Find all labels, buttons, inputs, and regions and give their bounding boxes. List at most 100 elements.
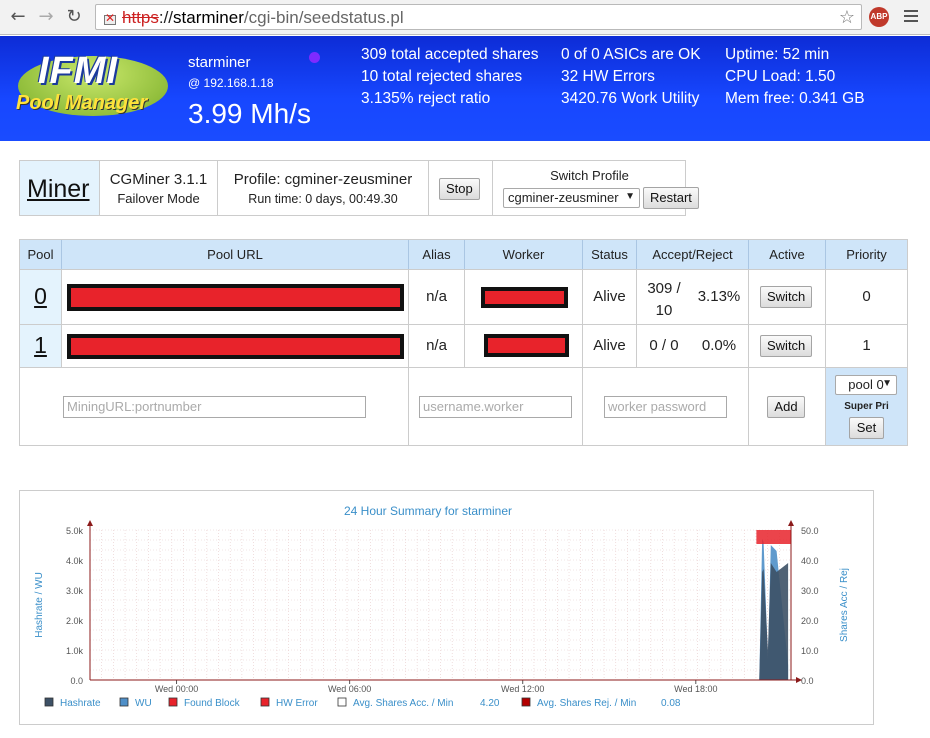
chart-title: 24 Hour Summary for starminer xyxy=(344,504,512,518)
pool-id-cell: 0 xyxy=(20,270,62,324)
ifmi-logo: IFMI Pool Manager xyxy=(14,46,170,126)
y2-axis-arrow-icon xyxy=(788,520,794,526)
add-pool-button[interactable]: Add xyxy=(767,396,805,418)
pool-id-cell: 1 xyxy=(20,325,62,367)
y2-tick-label: 10.0 xyxy=(801,646,819,656)
pool-link[interactable]: 1 xyxy=(20,332,61,359)
legend-value: 4.20 xyxy=(480,698,500,709)
add-password-cell: worker password xyxy=(583,368,749,445)
priority-cell: 1 xyxy=(862,337,871,354)
forward-arrow-icon[interactable]: → xyxy=(36,7,56,27)
series-hw-error-band xyxy=(756,530,791,544)
reload-icon[interactable]: ↻ xyxy=(64,7,84,27)
add-button-cell: Add xyxy=(749,368,826,445)
accept-reject-cell: 309 / 10 3.13% xyxy=(637,270,749,324)
header-accept-reject: Accept/Reject xyxy=(637,240,749,269)
y-tick-label: 0.0 xyxy=(70,676,83,686)
active-cell: Switch xyxy=(749,270,826,324)
reject-pct: 0.0% xyxy=(701,337,737,354)
browser-menu-icon[interactable] xyxy=(904,10,918,24)
add-worker-cell: username.worker xyxy=(409,368,583,445)
miner-version: CGMiner 3.1.1 xyxy=(109,171,208,188)
miner-stop-cell: Stop xyxy=(429,161,493,215)
legend-swatch xyxy=(521,697,531,707)
table-row: 1 n/a Alive 0 / 0 0.0% Switch 1 xyxy=(20,324,907,367)
hashrate-value: 3.99 Mh/s xyxy=(188,98,311,129)
status-header: IFMI Pool Manager starminer @ 192.168.1.… xyxy=(0,36,930,141)
profile-select[interactable]: cgminer-zeusminer ▼ xyxy=(503,188,640,208)
legend-label: WU xyxy=(135,698,152,709)
hostname: starminer xyxy=(188,54,251,71)
legend-label: HW Error xyxy=(276,698,318,709)
pool-url-input[interactable]: MiningURL:portnumber xyxy=(63,396,366,418)
stop-button[interactable]: Stop xyxy=(439,178,480,200)
legend-label: Avg. Shares Acc. / Min xyxy=(353,698,453,709)
redacted-url xyxy=(67,284,404,311)
mem-free: Mem free: 0.341 GB xyxy=(725,90,865,107)
accept-count: 0 / 0 xyxy=(649,337,679,354)
restart-button[interactable]: Restart xyxy=(643,187,699,209)
legend-label: Hashrate xyxy=(60,698,101,709)
miner-link[interactable]: Miner xyxy=(27,175,90,204)
legend-label: Found Block xyxy=(184,698,241,709)
reject-pct: 3.13% xyxy=(697,288,741,305)
address-bar[interactable]: https://starminer/cgi-bin/seedstatus.pl … xyxy=(95,4,862,30)
add-url-cell: MiningURL:portnumber xyxy=(20,368,409,445)
pool-url-cell xyxy=(62,270,409,324)
table-row: 0 n/a Alive 309 / 10 3.13% Switch 0 xyxy=(20,269,907,324)
logo-title: IFMI xyxy=(38,50,118,92)
y-tick-label: 3.0k xyxy=(66,586,84,596)
miner-profile: Profile: cgminer-zeusminer xyxy=(233,171,413,188)
summary-chart: 24 Hour Summary for starminer 0.0 1.0k 2.0k… xyxy=(19,490,874,725)
pool-link[interactable]: 0 xyxy=(20,283,61,310)
x-tick-label: Wed 06:00 xyxy=(328,684,371,694)
hw-errors: 32 HW Errors xyxy=(561,68,655,85)
browser-toolbar: ← → ↻ https://starminer/cgi-bin/seedstat… xyxy=(0,0,930,35)
url-text[interactable]: https://starminer/cgi-bin/seedstatus.pl xyxy=(122,8,404,28)
asic-status: 0 of 0 ASICs are OK xyxy=(561,46,701,63)
switch-profile-cell: Switch Profile cgminer-zeusminer ▼ Restar… xyxy=(493,161,699,215)
switch-profile-label: Switch Profile xyxy=(550,168,629,183)
miner-mode: Failover Mode xyxy=(117,191,200,206)
legend-swatch xyxy=(168,697,178,707)
adblock-plus-icon[interactable]: ABP xyxy=(869,7,889,27)
redacted-worker xyxy=(484,334,569,357)
cpu-load: CPU Load: 1.50 xyxy=(725,68,836,85)
y2-tick-label: 50.0 xyxy=(801,526,819,536)
legend-swatch xyxy=(119,697,129,707)
y-tick-label: 4.0k xyxy=(66,556,84,566)
worker-cell xyxy=(465,325,583,367)
host-ip: @ 192.168.1.18 xyxy=(188,76,274,90)
pool-priority-select[interactable]: pool 0 ▼ xyxy=(835,375,897,395)
y2-tick-label: 20.0 xyxy=(801,616,819,626)
pool-table: Pool Pool URL Alias Worker Status Accept… xyxy=(19,239,908,446)
miner-profile-cell: Profile: cgminer-zeusminer Run time: 0 d… xyxy=(218,161,429,215)
worker-name-input[interactable]: username.worker xyxy=(419,396,572,418)
active-cell: Switch xyxy=(749,325,826,367)
miner-panel: Miner CGMiner 3.1.1 Failover Mode Profil… xyxy=(19,160,699,216)
series-hashrate-area xyxy=(759,563,789,680)
bookmark-star-icon[interactable]: ☆ xyxy=(839,7,855,28)
header-active: Active xyxy=(749,240,826,269)
accepted-shares: 309 total accepted shares xyxy=(361,46,539,63)
work-utility: 3420.76 Work Utility xyxy=(561,90,700,107)
switch-pool-button[interactable]: Switch xyxy=(760,286,813,308)
uptime: Uptime: 52 min xyxy=(725,46,830,63)
priority-set-cell: pool 0 ▼ Super Pri Set xyxy=(826,368,907,445)
chevron-down-icon: ▼ xyxy=(882,378,892,389)
header-priority: Priority xyxy=(826,240,907,269)
alias-cell: n/a xyxy=(409,270,465,324)
header-status: Status xyxy=(583,240,637,269)
legend-swatch xyxy=(337,697,347,707)
back-arrow-icon[interactable]: ← xyxy=(8,7,28,27)
insecure-lock-icon[interactable] xyxy=(102,10,116,25)
set-priority-button[interactable]: Set xyxy=(849,417,884,439)
y-tick-label: 5.0k xyxy=(66,526,84,536)
rejected-shares: 10 total rejected shares xyxy=(361,68,523,85)
redacted-worker xyxy=(481,287,568,308)
x-tick-label: Wed 00:00 xyxy=(155,684,198,694)
switch-pool-button[interactable]: Switch xyxy=(760,335,813,357)
y2-tick-label: 30.0 xyxy=(801,586,819,596)
worker-password-input[interactable]: worker password xyxy=(604,396,727,418)
header-pool: Pool xyxy=(20,240,62,269)
